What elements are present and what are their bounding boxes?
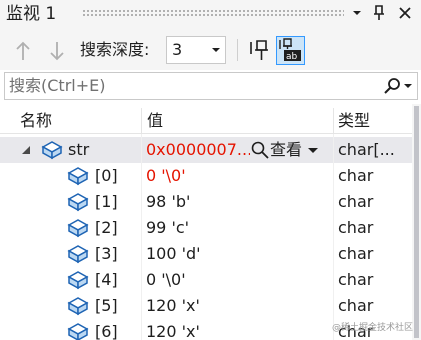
watch-name: [0] — [95, 166, 118, 185]
close-icon[interactable] — [395, 3, 415, 23]
search-input[interactable]: 搜索(Ctrl+E) — [4, 72, 418, 100]
watch-type: char — [338, 218, 374, 237]
pin-icon[interactable] — [369, 3, 389, 23]
watermark: @稀土掘金技术社区 — [331, 323, 413, 333]
variable-icon — [41, 141, 63, 160]
arrow-down-icon[interactable] — [46, 39, 68, 63]
arrow-up-icon[interactable] — [12, 39, 34, 63]
search-placeholder: 搜索(Ctrl+E) — [9, 76, 106, 95]
collapse-icon[interactable] — [22, 146, 30, 154]
dropdown-caret-icon — [212, 48, 220, 52]
column-name[interactable]: 名称 — [20, 108, 52, 134]
watch-name: [4] — [95, 270, 118, 289]
watch-value: 99 'c' — [146, 218, 190, 237]
watch-row[interactable]: [1] 98 'b' char — [0, 189, 412, 215]
view-visualizer-label: 查看 — [270, 140, 303, 159]
watch-value: 100 'd' — [146, 244, 201, 263]
variable-icon — [67, 271, 89, 290]
watch-type: char[... — [338, 140, 395, 159]
view-visualizer-button[interactable]: 查看 — [250, 137, 319, 163]
watch-row[interactable]: [4] 0 '\0' char — [0, 267, 412, 293]
toolbar-separator — [237, 39, 238, 61]
variable-icon — [67, 297, 89, 316]
watch-type: char — [338, 192, 374, 211]
chevron-down-icon[interactable] — [347, 3, 367, 23]
watch-value: 120 'x' — [146, 296, 200, 315]
watch-row[interactable]: [2] 99 'c' char — [0, 215, 412, 241]
watch-row[interactable]: [3] 100 'd' char — [0, 241, 412, 267]
watch-row[interactable]: [0] 0 '\0' char — [0, 163, 412, 189]
view-dropdown-caret-icon — [308, 147, 319, 153]
search-depth-select[interactable]: 3 — [166, 36, 226, 64]
watch-value: 98 'b' — [146, 192, 191, 211]
watch-name: [5] — [95, 296, 118, 315]
vertical-scrollbar[interactable] — [412, 104, 421, 340]
watch-value: 120 'x' — [146, 322, 200, 340]
watch-row[interactable]: [5] 120 'x' char — [0, 293, 412, 319]
watch-value: 0 '\0' — [146, 166, 186, 185]
drag-grip[interactable] — [82, 9, 344, 16]
watch-type: char — [338, 296, 374, 315]
column-header: 名称 值 类型 — [0, 108, 412, 134]
watch-name: [2] — [95, 218, 118, 237]
search-icon[interactable] — [383, 77, 401, 99]
variable-icon — [67, 193, 89, 212]
search-depth-label: 搜索深度: — [80, 40, 150, 59]
variable-icon — [67, 167, 89, 186]
column-type[interactable]: 类型 — [338, 108, 370, 134]
column-grid-line — [333, 134, 334, 340]
magnifier-icon — [251, 141, 269, 159]
column-value[interactable]: 值 — [147, 108, 163, 134]
variable-icon — [67, 245, 89, 264]
watch-type: char — [338, 166, 374, 185]
search-depth-value: 3 — [172, 40, 183, 59]
watch-value: 0 '\0' — [146, 270, 186, 289]
hex-display-icon[interactable]: ab — [276, 36, 305, 65]
window-titlebar: 监视 1 — [0, 0, 421, 30]
column-grid-line — [141, 134, 142, 340]
variable-icon — [67, 219, 89, 238]
watch-type: char — [338, 270, 374, 289]
search-options-caret-icon[interactable] — [404, 84, 412, 88]
watch-toolbar: 搜索深度: 3 ab — [0, 30, 421, 70]
column-divider[interactable] — [333, 108, 334, 134]
watch-name: [3] — [95, 244, 118, 263]
watch-row-str[interactable]: str 0x0000007... 查看 char[... — [0, 137, 412, 163]
watch-name: str — [68, 140, 90, 159]
watch-name: [6] — [95, 322, 118, 340]
scrollbar-thumb[interactable] — [414, 106, 419, 338]
svg-text:ab: ab — [286, 52, 298, 62]
watch-value: 0x0000007... — [146, 140, 250, 159]
variable-icon — [67, 323, 89, 340]
watch-type: char — [338, 244, 374, 263]
watch-name: [1] — [95, 192, 118, 211]
window-title: 监视 1 — [6, 4, 57, 24]
pin-icon[interactable] — [248, 38, 272, 64]
column-divider[interactable] — [141, 108, 142, 134]
